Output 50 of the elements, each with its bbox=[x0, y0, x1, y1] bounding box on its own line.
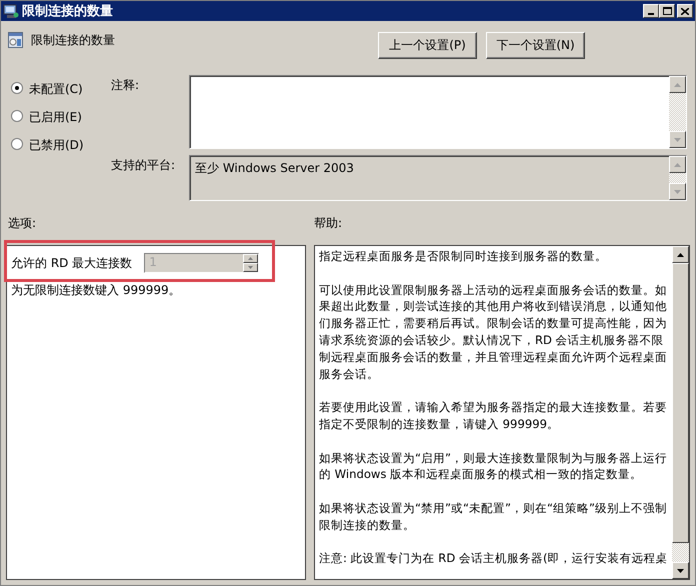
policy-setting-icon bbox=[8, 32, 23, 48]
scroll-up-button[interactable] bbox=[669, 76, 686, 93]
help-paragraph: 如果将状态设置为“启用”，则最大连接数量限制为与服务器上运行的 Windows 版本和远程桌面服务的模式相一致的指定数量。 bbox=[319, 450, 668, 484]
down-arrow-icon bbox=[674, 138, 681, 142]
down-arrow-icon bbox=[677, 568, 684, 572]
up-arrow-icon bbox=[248, 257, 254, 260]
help-paragraph: 如果将状态设置为“禁用”或“未配置”，则在“组策略”级别上不强制限制连接的数量。 bbox=[319, 500, 668, 534]
scroll-thumb[interactable] bbox=[672, 263, 689, 543]
radio-label[interactable]: 已启用(E) bbox=[29, 108, 82, 126]
close-button[interactable] bbox=[677, 4, 693, 18]
options-label: 选项: bbox=[8, 215, 38, 232]
scrollbar[interactable] bbox=[669, 156, 686, 200]
radio-button[interactable] bbox=[11, 138, 23, 150]
setting-label: 允许的 RD 最大连接数 bbox=[11, 254, 132, 272]
help-paragraph: 注意: 此设置专门为在 RD 会话主机服务器(即，运行安装有远程桌 bbox=[319, 550, 668, 568]
down-arrow-icon bbox=[674, 190, 681, 194]
help-paragraph: 若要使用此设置，请输入希望为服务器指定的最大连接数量。若要指定不受限制的连接数量，请键入 999999。 bbox=[319, 399, 668, 433]
scroll-down-button[interactable] bbox=[672, 562, 689, 579]
close-icon bbox=[681, 8, 689, 14]
setting-title: 限制连接的数量 bbox=[31, 32, 115, 49]
scrollbar[interactable] bbox=[669, 76, 686, 148]
radio-button[interactable] bbox=[11, 82, 23, 94]
scrollbar[interactable] bbox=[672, 246, 689, 579]
platform-label: 支持的平台: bbox=[111, 157, 176, 174]
comment-field[interactable] bbox=[189, 75, 687, 149]
help-paragraph: 可以使用此设置限制服务器上活动的远程桌面服务会话的数量。如果超出此数量，则尝试连接的其他用户将收到错误消息，以通知他们服务器正忙，需要稍后再试。限制会话的数量可提高性能，因为请求系统资源的会话较少。默认情况下，RD 会话主机服务器不限制远程桌面服务会话的数量，并且管理远程桌面允许两个远程桌面服务会话。 bbox=[319, 282, 668, 382]
computer-icon bbox=[3, 3, 19, 19]
nav-button[interactable]: 上一个设置(P) bbox=[378, 32, 477, 59]
radio-button[interactable] bbox=[11, 110, 23, 122]
maximize-button[interactable] bbox=[659, 4, 675, 18]
scroll-up-button[interactable] bbox=[672, 246, 689, 263]
nav-button[interactable]: 下一个设置(N) bbox=[486, 32, 585, 59]
platform-value: 至少 Windows Server 2003 bbox=[194, 160, 355, 177]
help-paragraph: 指定远程桌面服务是否限制同时连接到服务器的数量。 bbox=[319, 248, 608, 265]
minimize-button[interactable] bbox=[643, 4, 659, 18]
down-arrow-icon bbox=[248, 266, 254, 269]
hint-text: 为无限制连接数键入 999999。 bbox=[10, 282, 182, 299]
window-title: 限制连接的数量 bbox=[22, 2, 114, 20]
radio-label[interactable]: 已禁用(D) bbox=[29, 136, 84, 154]
comment-label: 注释: bbox=[111, 77, 140, 94]
up-arrow-icon bbox=[677, 252, 684, 256]
minimize-icon bbox=[648, 13, 654, 15]
radio-label[interactable]: 未配置(C) bbox=[29, 80, 83, 98]
scroll-down-button[interactable] bbox=[669, 131, 686, 148]
up-arrow-icon bbox=[674, 162, 681, 166]
up-arrow-icon bbox=[674, 82, 681, 86]
maximize-icon bbox=[662, 7, 672, 15]
scroll-up-button[interactable] bbox=[669, 156, 686, 173]
scroll-down-button[interactable] bbox=[669, 183, 686, 200]
help-label: 帮助: bbox=[314, 215, 342, 232]
